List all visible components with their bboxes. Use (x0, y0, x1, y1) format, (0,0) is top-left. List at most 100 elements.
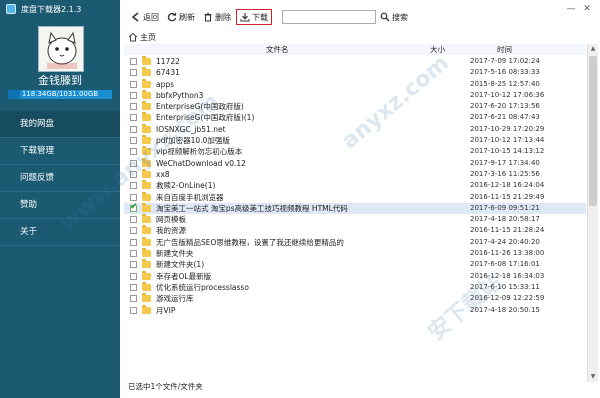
file-time: 2017-4-24 20:40:20 (470, 237, 540, 246)
file-row[interactable]: apps 2015-8-25 12:57:40 (124, 78, 586, 90)
file-row[interactable]: EnterpriseG(中国政府版)(1) 2017-6-21 08:47:43 (124, 112, 586, 123)
file-time: 2017-10-12 17:06:36 (470, 90, 545, 99)
column-size-header[interactable]: 大小 (430, 44, 445, 55)
file-list-header: 文件名 大小 时间 (124, 44, 586, 55)
row-checkbox[interactable] (130, 193, 137, 201)
row-checkbox[interactable] (130, 58, 137, 65)
file-name: 幸存者OL最新版 (156, 271, 212, 281)
row-checkbox[interactable] (130, 295, 137, 303)
file-row[interactable]: xx8 2017-3-16 11:25:56 (124, 168, 586, 180)
folder-icon (142, 78, 151, 88)
row-checkbox[interactable] (130, 250, 137, 258)
row-checkbox[interactable] (130, 238, 137, 246)
sidebar-item-2[interactable]: 问题反馈 (0, 165, 120, 192)
file-name: 67431 (156, 68, 180, 78)
back-button[interactable]: 返回 (128, 9, 162, 25)
file-row[interactable]: 优化系统运行processlasso 2017-6-10 15:33:11 (124, 281, 586, 293)
row-checkbox[interactable] (130, 202, 138, 213)
file-row[interactable]: 救赎2-OnLine(1) 2016-12-18 16:24:04 (124, 180, 586, 191)
folder-icon (142, 168, 151, 178)
file-row[interactable]: 新建文件夹 2016-11-26 13:38:00 (124, 248, 586, 259)
file-row[interactable]: 幸存者OL最新版 2016-12-18 16:34:03 (124, 270, 586, 282)
file-row[interactable]: 月VIP 2017-4-18 20:50:15 (124, 304, 586, 316)
row-checkbox[interactable] (130, 227, 137, 235)
file-row[interactable]: vip视频解析勿忘初心版本 2017-10-15 14:13:12 (124, 146, 586, 157)
row-checkbox[interactable] (130, 261, 137, 269)
row-checkbox[interactable] (130, 69, 137, 77)
file-row[interactable]: 来自百度手机浏览器 2016-11-15 21:29:49 (124, 191, 586, 203)
back-icon (131, 12, 139, 22)
avatar[interactable] (38, 26, 84, 72)
file-name: WeChatDownload v0.12 (156, 158, 246, 168)
row-checkbox[interactable] (130, 272, 137, 280)
download-icon (240, 13, 250, 22)
row-checkbox[interactable] (130, 216, 137, 224)
row-checkbox[interactable] (130, 283, 137, 291)
folder-icon (142, 101, 151, 111)
file-time: 2016-12-18 16:24:04 (470, 181, 545, 190)
file-name: apps (156, 79, 175, 89)
folder-icon (142, 135, 151, 145)
sidebar-item-3[interactable]: 赞助 (0, 192, 120, 219)
scroll-down-icon[interactable]: ▼ (588, 372, 598, 382)
row-checkbox[interactable] (130, 114, 137, 122)
file-name: 月VIP (156, 305, 176, 315)
back-label: 返回 (143, 12, 159, 22)
file-time: 2017-10-12 17:13:44 (470, 136, 545, 145)
folder-icon (142, 248, 151, 258)
folder-icon (142, 191, 151, 201)
row-checkbox[interactable] (130, 137, 137, 145)
file-row[interactable]: pdf加密器10.0加强版 2017-10-12 17:13:44 (124, 135, 586, 146)
file-row[interactable]: 11722 2017-7-09 17:02:24 (124, 56, 586, 67)
folder-icon (142, 225, 151, 235)
file-row[interactable]: 网页模板 2017-4-18 20:58:17 (124, 214, 586, 225)
row-checkbox[interactable] (130, 159, 137, 167)
file-row[interactable]: 游戏运行库 2016-12-09 12:22:59 (124, 293, 586, 304)
row-checkbox[interactable] (130, 182, 137, 190)
file-time: 2017-6-10 15:33:11 (470, 282, 540, 291)
row-checkbox[interactable] (130, 80, 137, 88)
file-row[interactable]: IOSNXGC_jb51.net 2017-10-29 17:20:29 (124, 123, 586, 135)
breadcrumb-home[interactable]: 主页 (140, 32, 156, 43)
delete-button[interactable]: 删除 (200, 9, 234, 25)
file-row[interactable]: 我的资源 2016-11-15 21:28:24 (124, 225, 586, 236)
file-time: 2017-6-09 09:51:21 (470, 203, 540, 212)
file-row[interactable]: 新建文件夹(1) 2017-6-08 17:16:01 (124, 259, 586, 270)
file-time: 2017-6-20 17:13:56 (470, 102, 540, 111)
sidebar-item-4[interactable]: 关于 (0, 219, 120, 246)
row-checkbox[interactable] (130, 170, 137, 178)
search-button[interactable]: 搜索 (380, 12, 408, 23)
row-checkbox[interactable] (130, 306, 137, 314)
file-name: 新建文件夹(1) (156, 260, 205, 270)
download-button[interactable]: 下载 (236, 9, 272, 25)
search-label: 搜索 (392, 12, 408, 22)
folder-icon (142, 112, 151, 122)
column-name-header[interactable]: 文件名 (266, 44, 289, 55)
row-checkbox[interactable] (130, 125, 137, 133)
scroll-up-icon[interactable]: ▲ (588, 44, 598, 54)
sidebar-item-0[interactable]: 我的网盘 (0, 111, 120, 138)
file-name: EnterpriseG(中国政府版)(1) (156, 113, 255, 123)
file-row[interactable]: 67431 2017-5-16 08:33:33 (124, 67, 586, 78)
column-time-header[interactable]: 时间 (497, 44, 512, 55)
file-name: pdf加密器10.0加强版 (156, 136, 230, 146)
file-row[interactable]: EnterpriseG(中国政府版) 2017-6-20 17:13:56 (124, 101, 586, 112)
file-row[interactable]: WeChatDownload v0.12 2017-9-17 17:34:40 (124, 157, 586, 169)
folder-icon (142, 123, 151, 133)
refresh-button[interactable]: 刷新 (164, 9, 198, 25)
file-row[interactable]: bbfxPython3 2017-10-12 17:06:36 (124, 89, 586, 101)
app-window: 度盘下载器2.1.3 金钱滕到 118.34GB/1031.00GB 我的网盘下… (0, 0, 600, 398)
file-row[interactable]: 淘宝美工一站式 淘宝ps高级美工技巧视频教程 HTML代码 2017-6-09 0… (124, 202, 586, 215)
row-checkbox[interactable] (130, 103, 137, 111)
scroll-thumb[interactable] (589, 56, 597, 206)
scrollbar[interactable]: ▲ ▼ (587, 44, 598, 382)
refresh-label: 刷新 (179, 12, 195, 22)
row-checkbox[interactable] (130, 91, 137, 99)
search-input[interactable] (282, 10, 376, 24)
file-row[interactable]: 无广告版精品SEO思维教程，设置了我还继续给更精品的 2017-4-24 20:4… (124, 236, 586, 248)
breadcrumb[interactable]: 主页 (128, 31, 156, 43)
delete-icon (204, 12, 212, 22)
sidebar-item-1[interactable]: 下载管理 (0, 138, 120, 165)
folder-icon (142, 56, 151, 65)
row-checkbox[interactable] (130, 148, 137, 156)
